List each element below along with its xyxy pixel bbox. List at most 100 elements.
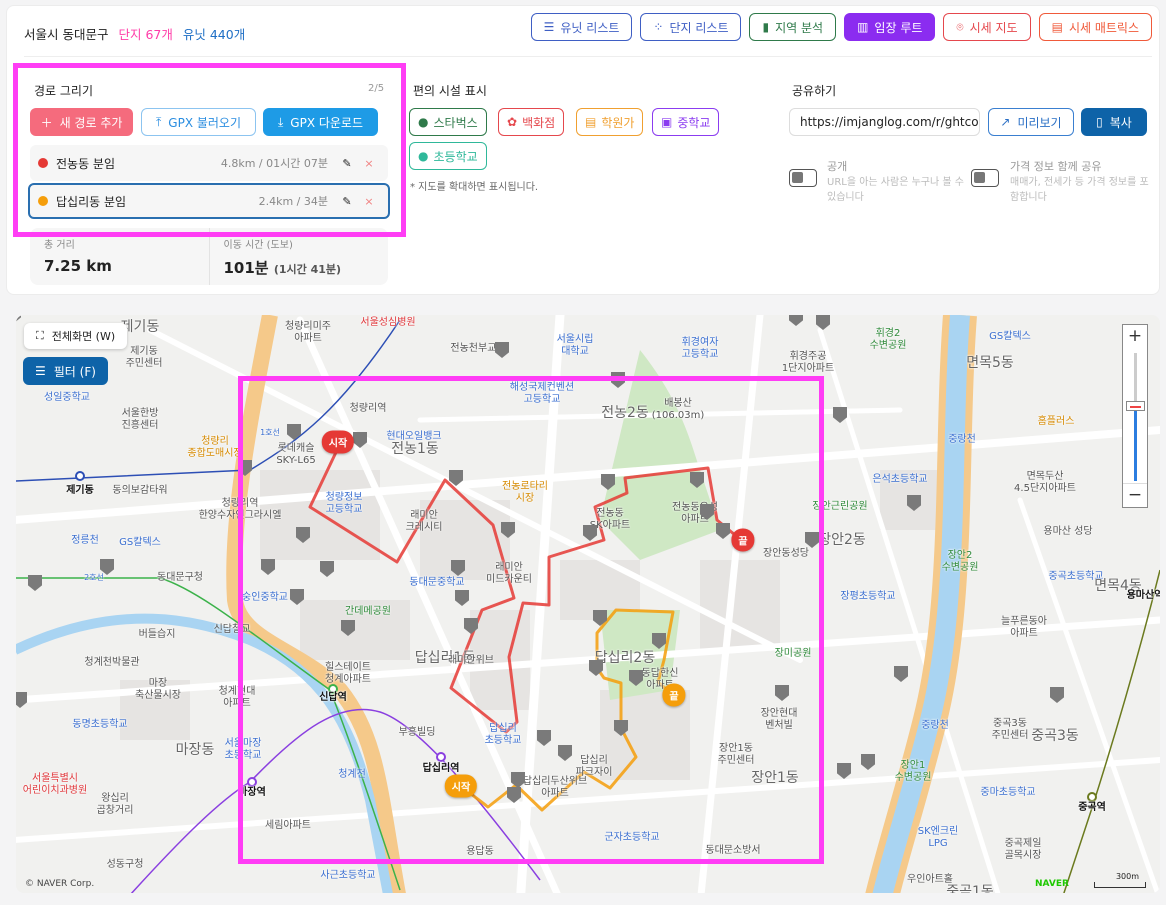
route-item[interactable]: 전농동 분임 4.8km / 01시간 07분 ✎ × — [30, 145, 388, 181]
tab-table[interactable]: ▤ 시세 매트릭스 — [1038, 13, 1152, 41]
walk-time-label: 이동 시간 (도보) — [223, 240, 293, 251]
public-toggle[interactable] — [789, 169, 817, 187]
map-label: 장안1 수변공원 — [894, 760, 932, 783]
preview-label: 미리보기 — [1017, 115, 1062, 130]
facility-label: 중학교 — [677, 115, 711, 130]
divider — [24, 56, 1152, 57]
delete-icon[interactable]: × — [358, 195, 380, 208]
tab-list[interactable]: ☰ 유닛 리스트 — [530, 13, 633, 41]
map-label: 답십리역 — [422, 763, 460, 774]
price-share-toggle[interactable] — [971, 169, 999, 187]
tab-pin[interactable]: ⌾ 시세 지도 — [943, 13, 1031, 41]
map-label: 늘푸른동아 아파트 — [1001, 616, 1047, 639]
facilities-title: 편의 시설 표시 — [413, 84, 487, 98]
map-label: 마장 축산물시장 — [135, 678, 181, 701]
books-icon: ▤ — [585, 115, 597, 129]
share-url-field[interactable]: https://imjanglog.com/r/ghtcoa — [789, 108, 980, 136]
copy-label: 복사 — [1109, 115, 1132, 130]
map-label: 중곡제일 골목시장 — [1004, 838, 1042, 861]
map-label: 동대문구청 — [157, 572, 203, 583]
map-label: 제기동 주민센터 — [125, 346, 163, 369]
map-label: 전농로타리 시장 — [502, 481, 548, 504]
facilities-note: * 지도를 확대하면 표시됩니다. — [410, 182, 539, 193]
map-label: 세림아파트 — [265, 820, 311, 831]
map-label: 래미안위브 — [448, 655, 494, 666]
edit-icon[interactable]: ✎ — [336, 195, 358, 208]
naver-logo: NAVER — [1035, 879, 1069, 889]
map-label: 장안2 수변공원 — [941, 550, 979, 573]
gpx-import-button[interactable]: ⤒ GPX 불러오기 — [141, 108, 256, 136]
map[interactable]: 제기동 청량리미주 아파트 서울성심병원 제기동 주민센터 성일중학교 서울한방 진흥센터… — [16, 315, 1160, 893]
route-count: 2/5 — [368, 83, 385, 94]
fullscreen-icon: ⛶ — [36, 329, 44, 342]
filter-button[interactable]: ☰ 필터 (F) — [23, 357, 108, 385]
gpx-download-label: GPX 다운로드 — [290, 115, 364, 130]
facility-chip[interactable]: ✿ 백화점 — [498, 108, 565, 136]
map-label: SK엔크린 LPG — [917, 826, 959, 849]
map-label: 동대문소방서 — [705, 845, 761, 856]
tab-bar-chart[interactable]: ▮ 지역 분석 — [749, 13, 837, 41]
map-label: 동명초등학교 — [72, 719, 128, 730]
map-label: 중곡3동 — [1031, 728, 1079, 744]
subway-line-label: 1호선 — [260, 428, 280, 437]
facility-label: 백화점 — [522, 115, 556, 130]
map-label: 면목5동 — [966, 355, 1014, 371]
map-label: 장안현대 벤처빌 — [760, 708, 798, 731]
facility-label: 스타벅스 — [433, 115, 478, 130]
route-name: 답십리동 분임 — [56, 194, 127, 209]
zoom-slider-handle[interactable] — [1126, 401, 1145, 411]
view-tabs: ☰ 유닛 리스트 ⁘ 단지 리스트 ▮ 지역 분석 ▥ 임장 루트 ⌾ 시세 지도 ▤ 시세 매트릭스 — [530, 13, 1152, 41]
route-start-marker[interactable]: 시작 — [321, 430, 355, 454]
map-label: 중랑천 — [921, 720, 949, 731]
map-label: 군자초등학교 — [604, 832, 660, 843]
delete-icon[interactable]: × — [358, 157, 380, 170]
fullscreen-button[interactable]: ⛶ 전체화면 (W) — [24, 323, 128, 349]
facility-chip[interactable]: ● 스타벅스 — [409, 108, 487, 136]
gpx-download-button[interactable]: ⤓ GPX 다운로드 — [263, 108, 378, 136]
facility-chip[interactable]: ▤ 학원가 — [576, 108, 644, 136]
region-name: 서울시 동대문구 — [24, 27, 109, 42]
map-label: 마장동 — [175, 742, 215, 758]
copy-button[interactable]: ▯ 복사 — [1081, 108, 1147, 136]
map-label: 휘경주공 1단지아파트 — [781, 351, 835, 374]
facility-chip[interactable]: ▣ 중학교 — [652, 108, 720, 136]
facility-chip[interactable]: ● 초등학교 — [409, 142, 487, 170]
school-icon: ▣ — [661, 115, 673, 129]
route-panel-title: 경로 그리기 — [34, 84, 94, 98]
edit-icon[interactable]: ✎ — [336, 157, 358, 170]
map-label: 장안1동 주민센터 — [717, 743, 755, 766]
backpack-icon: ● — [418, 149, 429, 163]
map-label: 간데메공원 — [345, 606, 391, 617]
map-label: 청계현대 아파트 — [218, 686, 256, 709]
map-label: 부흥빌딩 — [398, 727, 436, 738]
tab-map[interactable]: ▥ 임장 루트 — [844, 13, 936, 41]
map-label: 래미안 크레시티 — [405, 510, 443, 533]
route-end-marker[interactable]: 끝 — [662, 683, 686, 707]
map-label: 용마산 성당 — [1043, 526, 1093, 537]
map-label: 중랑천 — [948, 434, 976, 445]
map-label: 답십리두산위브 아파트 — [522, 776, 588, 799]
map-label: 버들습지 — [138, 629, 176, 640]
route-end-marker[interactable]: 끝 — [731, 528, 755, 552]
map-label: 성일중학교 — [44, 392, 90, 403]
map-label: 휘경2 수변공원 — [869, 328, 907, 351]
pin-icon: ⌾ — [956, 19, 964, 34]
region-summary: 서울시 동대문구 단지 67개 유닛 440개 — [24, 24, 245, 43]
add-route-button[interactable]: ＋ 새 경로 추가 — [30, 108, 133, 136]
zoom-out-button[interactable]: − — [1123, 483, 1147, 507]
tab-grid[interactable]: ⁘ 단지 리스트 — [640, 13, 742, 41]
route-stats: 총 거리 7.25 km 이동 시간 (도보) 101분 (1시간 41분) — [30, 228, 388, 285]
route-start-marker[interactable]: 시작 — [444, 774, 478, 798]
route-item[interactable]: 답십리동 분임 2.4km / 34분 ✎ × — [28, 183, 390, 219]
map-label: 서울한방 진흥센터 — [121, 408, 159, 431]
flower-icon: ✿ — [507, 115, 518, 129]
zoom-control[interactable]: + − — [1122, 324, 1148, 508]
preview-button[interactable]: ↗ 미리보기 — [988, 108, 1074, 136]
complex-count: 단지 67개 — [118, 27, 173, 42]
map-icon: ▥ — [857, 20, 869, 34]
share-title: 공유하기 — [792, 84, 837, 98]
map-label: 장평초등학교 — [840, 591, 896, 602]
map-label: 서울특별시 어린이치과병원 — [22, 773, 88, 796]
zoom-in-button[interactable]: + — [1123, 325, 1147, 349]
map-label: 숭인중학교 — [242, 592, 288, 603]
